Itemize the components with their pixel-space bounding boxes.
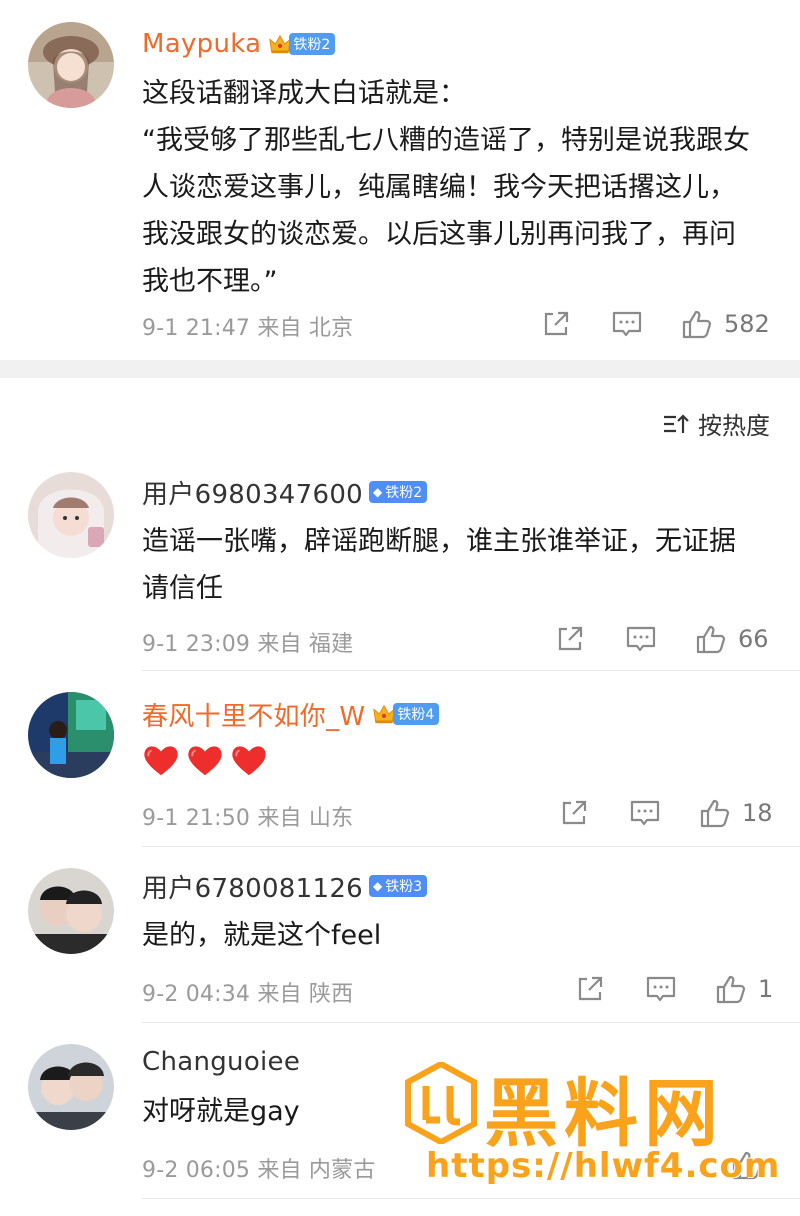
comment-actions: 66: [554, 619, 769, 659]
divider: [142, 670, 800, 671]
divider: [142, 1022, 800, 1023]
thumbs-up-icon[interactable]: [694, 622, 728, 656]
comment-meta: 9-1 21:50 来自 山东: [142, 806, 354, 831]
avatar[interactable]: [28, 1044, 114, 1130]
top-comment: Maypuka 铁粉2 这段话翻译成大白话就是： “我受够了那些乱七八糟的造谣了…: [0, 0, 800, 360]
comment-actions: [730, 1145, 764, 1185]
comment-actions: 18: [558, 793, 773, 833]
fan-badge-label: 铁粉2: [289, 33, 336, 55]
thumbs-up-icon[interactable]: [714, 972, 748, 1006]
comment-icon[interactable]: [628, 797, 662, 829]
comment-text: 对呀就是gay: [142, 1096, 300, 1127]
comment-meta: 9-2 06:05 来自 内蒙古: [142, 1158, 376, 1183]
heart-icon: [142, 742, 180, 778]
username-row: Maypuka 铁粉2: [142, 26, 336, 62]
comment-item: 春风十里不如你_W 铁粉4 9-1 21:50 来自 山东 18: [0, 680, 800, 850]
thumbs-up-icon[interactable]: [680, 307, 714, 341]
username-row: 用户6780081126 ◆ 铁粉3: [142, 868, 428, 905]
comment-icon[interactable]: [624, 623, 658, 655]
like-count: 582: [724, 310, 770, 338]
sort-label: 按热度: [698, 412, 770, 440]
share-icon[interactable]: [558, 797, 590, 829]
share-icon[interactable]: [540, 308, 572, 340]
comment-text: 造谣一张嘴，辟谣跑断腿，谁主张谁举证，无证据请信任: [142, 526, 736, 604]
comment-meta: 9-1 21:47 来自 北京: [142, 316, 354, 341]
username-row: 用户6980347600 ◆ 铁粉2: [142, 474, 428, 511]
fan-badge[interactable]: ◆ 铁粉2: [369, 480, 428, 504]
username[interactable]: 用户6980347600: [142, 474, 363, 511]
comment-actions: 1: [574, 969, 773, 1009]
comment-icon[interactable]: [644, 973, 678, 1005]
comment-item: 用户6980347600 ◆ 铁粉2 造谣一张嘴，辟谣跑断腿，谁主张谁举证，无证据…: [0, 460, 800, 670]
section-divider: [0, 360, 800, 378]
thumbs-up-icon[interactable]: [730, 1148, 764, 1182]
comment-actions: 582: [540, 304, 770, 344]
fan-badge[interactable]: 铁粉2: [267, 32, 336, 56]
username[interactable]: 用户6780081126: [142, 868, 363, 905]
sort-icon: [664, 413, 689, 433]
diamond-icon: ◆: [373, 485, 383, 499]
divider: [142, 1198, 800, 1199]
username[interactable]: Changuoiee: [142, 1047, 300, 1077]
comment-text: 这段话翻译成大白话就是： “我受够了那些乱七八糟的造谣了，特别是说我跟女人谈恋爱…: [142, 78, 750, 297]
heart-icon: [230, 742, 268, 778]
username-row: Changuoiee: [142, 1044, 300, 1080]
comment-item: Changuoiee 对呀就是gay 9-2 06:05 来自 内蒙古: [0, 1032, 800, 1202]
diamond-icon: ◆: [373, 879, 383, 893]
username[interactable]: 春风十里不如你_W: [142, 696, 365, 733]
comment-item: 用户6780081126 ◆ 铁粉3 是的，就是这个feel 9-2 04:34 …: [0, 856, 800, 1022]
like-count: 1: [758, 975, 774, 1003]
comment-text: 是的，就是这个feel: [142, 920, 382, 951]
comment-meta: 9-1 23:09 来自 福建: [142, 632, 354, 657]
heart-emojis: [142, 742, 762, 778]
fan-badge-label: ◆ 铁粉3: [369, 875, 428, 897]
comment-text: [142, 738, 762, 778]
avatar[interactable]: [28, 868, 114, 954]
thumbs-up-icon[interactable]: [698, 796, 732, 830]
fan-badge-label: ◆ 铁粉2: [369, 481, 428, 503]
share-icon[interactable]: [554, 623, 586, 655]
username[interactable]: Maypuka: [142, 29, 261, 59]
divider: [142, 846, 800, 847]
avatar[interactable]: [28, 692, 114, 778]
share-icon[interactable]: [574, 973, 606, 1005]
comment-meta: 9-2 04:34 来自 陕西: [142, 982, 354, 1007]
heart-icon: [186, 742, 224, 778]
like-count: 66: [738, 625, 769, 653]
fan-badge[interactable]: ◆ 铁粉3: [369, 874, 428, 898]
like-count: 18: [742, 799, 773, 827]
fan-badge-label: 铁粉4: [393, 703, 440, 725]
avatar[interactable]: [28, 22, 114, 108]
sort-toggle[interactable]: 按热度: [662, 406, 770, 441]
username-row: 春风十里不如你_W 铁粉4: [142, 696, 440, 733]
avatar[interactable]: [28, 472, 114, 558]
fan-badge[interactable]: 铁粉4: [371, 702, 440, 726]
comment-icon[interactable]: [610, 308, 644, 340]
